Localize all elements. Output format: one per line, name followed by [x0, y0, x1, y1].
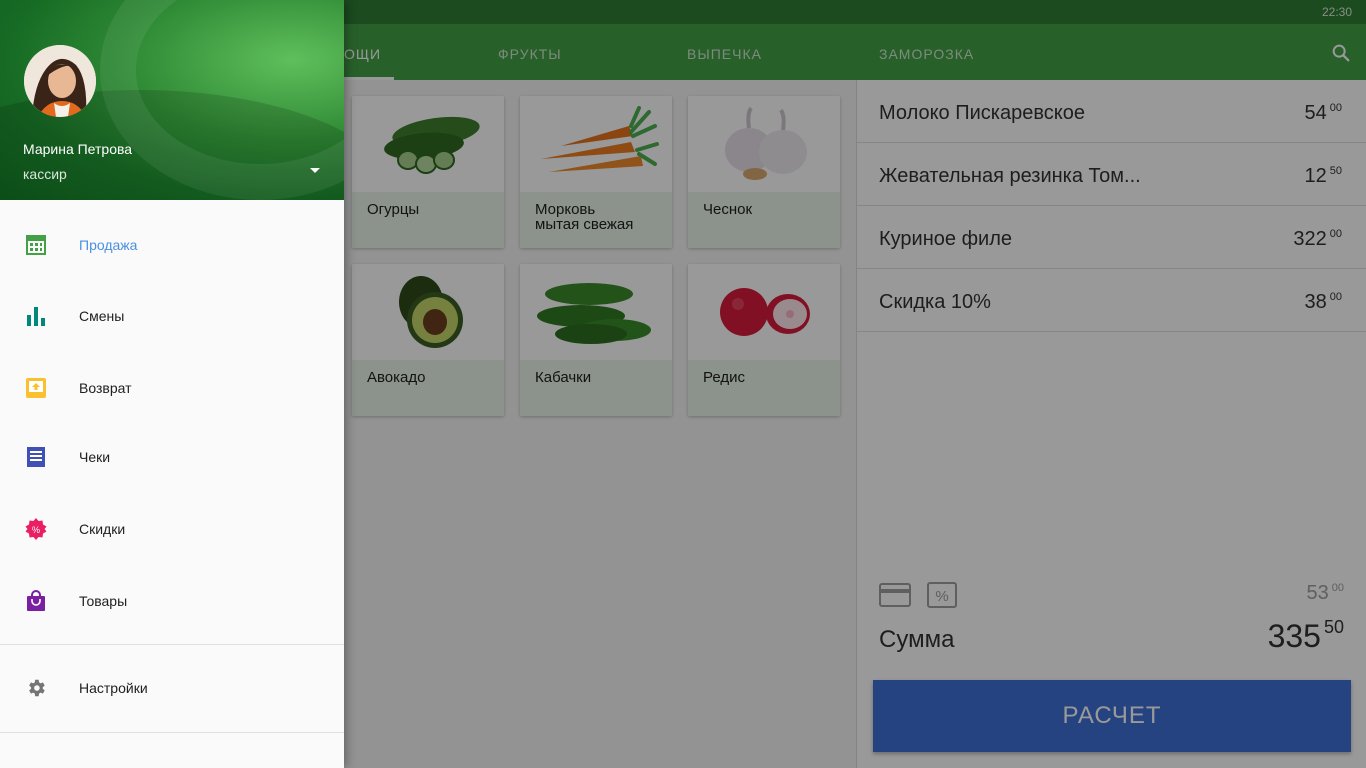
navigation-drawer: Марина Петрова кассир Продажа Смены Возв… — [0, 0, 344, 768]
chevron-down-icon[interactable] — [310, 168, 320, 173]
menu-item-return[interactable]: Возврат — [0, 361, 344, 417]
user-role: кассир — [23, 166, 67, 182]
menu-item-sales[interactable]: Продажа — [0, 218, 344, 274]
menu-label: Продажа — [79, 237, 138, 253]
menu-label: Скидки — [79, 521, 126, 537]
drawer-divider — [0, 732, 344, 733]
drawer-header: Марина Петрова кассир — [0, 0, 344, 200]
menu-label: Смены — [79, 308, 125, 324]
gear-icon — [25, 677, 47, 699]
menu-item-products[interactable]: Товары — [0, 574, 344, 630]
menu-label: Чеки — [79, 449, 111, 465]
discount-icon: % — [25, 518, 47, 540]
menu-item-settings[interactable]: Настройки — [0, 661, 344, 717]
svg-text:%: % — [32, 525, 40, 535]
menu-item-discounts[interactable]: % Скидки — [0, 502, 344, 558]
avatar[interactable] — [24, 45, 96, 117]
menu-label: Возврат — [79, 380, 132, 396]
menu-label: Товары — [79, 593, 128, 609]
user-name: Марина Петрова — [23, 141, 133, 157]
return-icon — [25, 377, 47, 399]
menu-item-shifts[interactable]: Смены — [0, 289, 344, 345]
shopping-bag-icon — [25, 590, 47, 612]
drawer-divider — [0, 644, 344, 645]
menu-label: Настройки — [79, 680, 148, 696]
bar-chart-icon — [25, 305, 47, 327]
receipt-icon — [25, 446, 47, 468]
menu-item-receipts[interactable]: Чеки — [0, 430, 344, 486]
calculator-icon — [25, 234, 47, 256]
